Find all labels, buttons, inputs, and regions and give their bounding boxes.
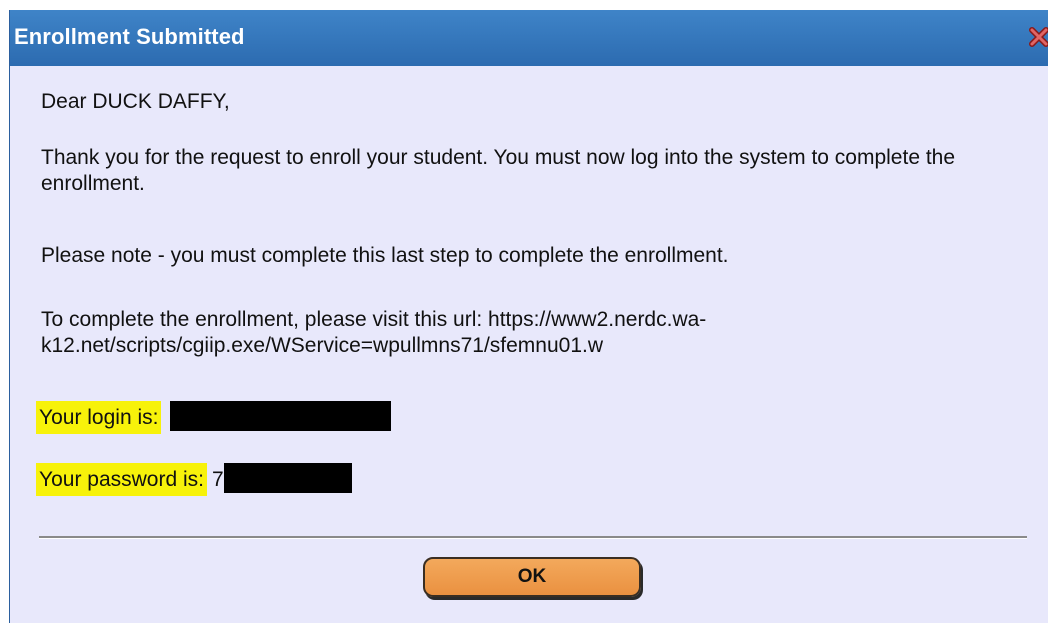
greeting-text: Dear DUCK DAFFY, bbox=[41, 90, 230, 113]
password-label: Your password is: bbox=[39, 466, 204, 493]
login-row: Your login is: bbox=[39, 401, 1019, 431]
thank-you-paragraph: Thank you for the request to enroll your… bbox=[41, 146, 956, 195]
dialog-titlebar[interactable]: Enrollment Submitted bbox=[10, 10, 1048, 66]
login-redaction bbox=[170, 401, 392, 431]
password-visible-prefix: 7 bbox=[211, 468, 224, 491]
footer-divider bbox=[39, 536, 1027, 539]
password-row: Your password is: 7 bbox=[39, 463, 1019, 493]
dialog-title: Enrollment Submitted bbox=[14, 24, 245, 49]
ok-button[interactable]: OK bbox=[423, 557, 641, 597]
enrollment-dialog: Enrollment Submitted Dear DUCK DAFFY, Th… bbox=[9, 10, 1048, 623]
password-redaction bbox=[223, 463, 352, 493]
login-label: Your login is: bbox=[39, 404, 159, 431]
note-paragraph: Please note - you must complete this las… bbox=[41, 244, 729, 267]
dialog-body: Dear DUCK DAFFY, Thank you for the reque… bbox=[10, 66, 1048, 623]
close-icon[interactable] bbox=[1028, 26, 1048, 48]
url-paragraph: To complete the enrollment, please visit… bbox=[41, 308, 707, 357]
